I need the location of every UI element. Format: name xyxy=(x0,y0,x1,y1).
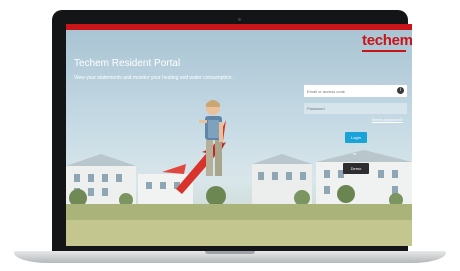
houses-right xyxy=(252,150,412,206)
reset-password-link[interactable]: Reset password? xyxy=(372,117,403,122)
meadow-front xyxy=(66,220,412,246)
logo-underline xyxy=(362,50,406,52)
page-subtitle: View your statements and monitor your he… xyxy=(74,75,233,81)
techem-logo: techem xyxy=(362,32,412,49)
email-field[interactable] xyxy=(304,85,407,97)
password-field[interactable] xyxy=(304,103,407,114)
webcam-icon xyxy=(238,18,241,21)
login-button[interactable]: Login xyxy=(345,132,367,143)
screen: techem Techem Resident Portal View your … xyxy=(66,24,412,246)
info-icon[interactable]: i xyxy=(397,87,404,94)
page-title: Techem Resident Portal xyxy=(74,58,181,69)
laptop-notch xyxy=(205,251,255,254)
demo-button[interactable]: Demo xyxy=(343,163,369,174)
or-separator: or xyxy=(353,151,357,156)
